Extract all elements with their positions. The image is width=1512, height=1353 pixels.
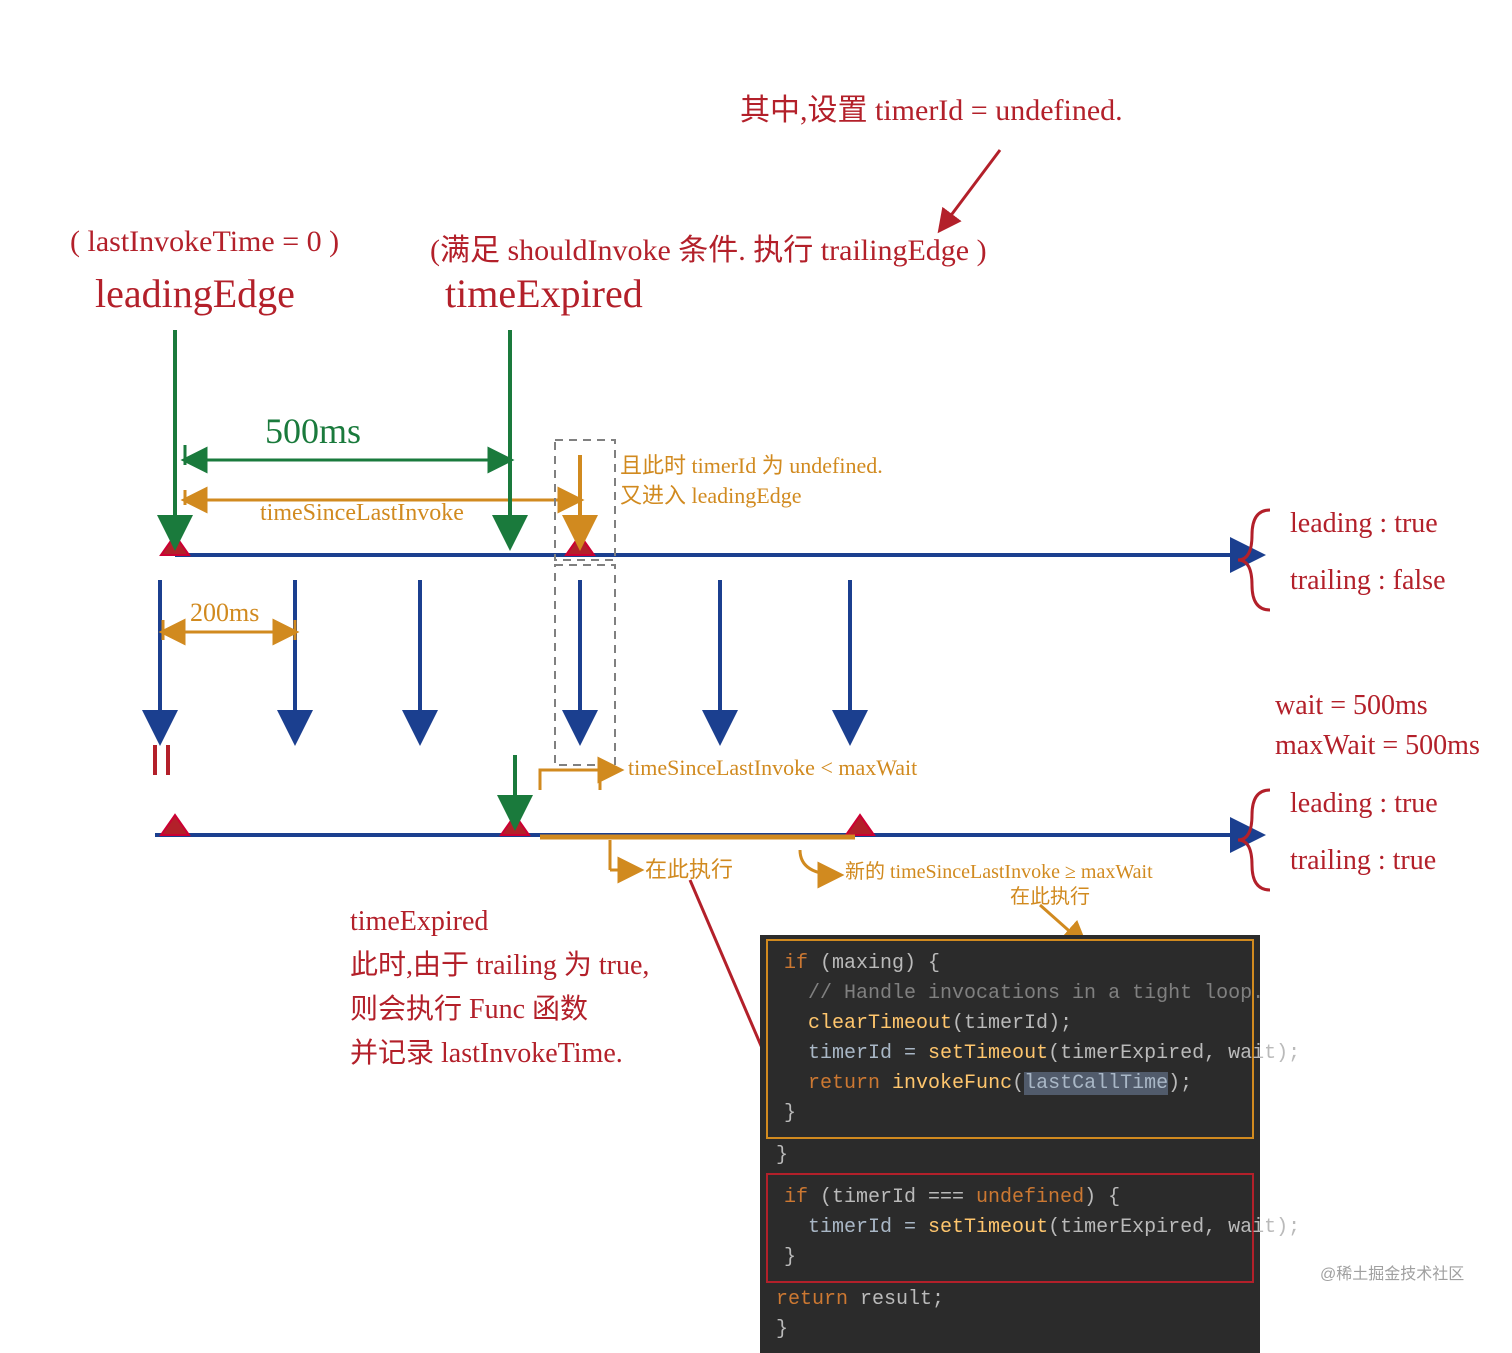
fn-settimeout: setTimeout (928, 1216, 1048, 1239)
note-reenter-leading: 又进入 leadingEdge (620, 478, 801, 510)
watermark: @稀土掘金技术社区 (1320, 1260, 1464, 1284)
code-text: (timerExpired, wait); (1048, 1216, 1300, 1239)
brace-bot-leading: leading : true (1290, 788, 1438, 820)
label-wait: wait = 500ms (1275, 690, 1428, 722)
label-exec-here-1: 在此执行 (645, 852, 733, 884)
arrow-note-top (940, 150, 1000, 230)
code-highlight-orange: if (maxing) { // Handle invocations in a… (766, 939, 1254, 1139)
kw-undefined: undefined (976, 1186, 1084, 1209)
code-text: ) { (1084, 1186, 1120, 1209)
code-text: timerId = (808, 1216, 928, 1239)
label-500ms: 500ms (265, 410, 361, 452)
code-text: ( (1012, 1072, 1024, 1095)
marker-triangle (161, 815, 189, 835)
kw-if: if (784, 1186, 808, 1209)
code-text: (maxing) { (808, 952, 940, 975)
code-text: ); (1168, 1072, 1192, 1095)
code-text: } (776, 1318, 788, 1341)
call-arrows (160, 580, 850, 740)
label-maxwait: maxWait = 500ms (1275, 730, 1480, 762)
kw-if: if (784, 952, 808, 975)
arg-lastcalltime: lastCallTime (1024, 1072, 1168, 1095)
label-since-lt-max: timeSinceLastInvoke < maxWait (628, 755, 917, 781)
fn-invokefunc: invokeFunc (892, 1072, 1012, 1095)
brace-bottom (1238, 790, 1270, 890)
code-text: } (784, 1102, 796, 1125)
code-text: (timerId === (808, 1186, 976, 1209)
brace-top-leading: leading : true (1290, 508, 1438, 540)
code-text: } (784, 1246, 796, 1269)
fn-cleartimeout: clearTimeout (808, 1012, 952, 1035)
code-text: (timerExpired, wait); (1048, 1042, 1300, 1065)
kw-return: return (808, 1072, 880, 1095)
brace-top (1238, 510, 1270, 610)
label-since-ge-max: 新的 timeSinceLastInvoke ≥ maxWait (845, 855, 1153, 884)
note-set-undefined: 其中,设置 timerId = undefined. (740, 85, 1123, 129)
marker-triangle (846, 815, 874, 835)
fn-settimeout: setTimeout (928, 1042, 1048, 1065)
brace-bot-trailing: trailing : true (1290, 845, 1436, 877)
label-exec-here-2: 在此执行 (1010, 880, 1090, 909)
code-highlight-red: if (timerId === undefined) { timerId = s… (766, 1173, 1254, 1283)
label-200ms: 200ms (190, 598, 259, 628)
label-since-invoke: timeSinceLastInvoke (260, 500, 464, 527)
code-text: } (776, 1144, 788, 1167)
code-block: if (maxing) { // Handle invocations in a… (760, 935, 1260, 1353)
code-text: timerId = (808, 1042, 928, 1065)
note-timerid-undefined: 且此时 timerId 为 undefined. (620, 448, 883, 480)
note-lastinvoke-zero: ( lastInvokeTime = 0 ) (70, 225, 339, 259)
note-bottom: timeExpired 此时,由于 trailing 为 true, 则会执行 … (350, 900, 649, 1076)
diagram-canvas (0, 0, 1512, 1300)
note-should-invoke: (满足 shouldInvoke 条件. 执行 trailingEdge ) (430, 225, 987, 269)
brace-top-trailing: trailing : false (1290, 565, 1446, 597)
code-comment: // Handle invocations in a tight loop. (808, 982, 1264, 1005)
label-time-expired: timeExpired (445, 270, 643, 317)
code-text (880, 1072, 892, 1095)
code-text: (timerId); (952, 1012, 1072, 1035)
label-leading-edge: leadingEdge (95, 270, 295, 317)
